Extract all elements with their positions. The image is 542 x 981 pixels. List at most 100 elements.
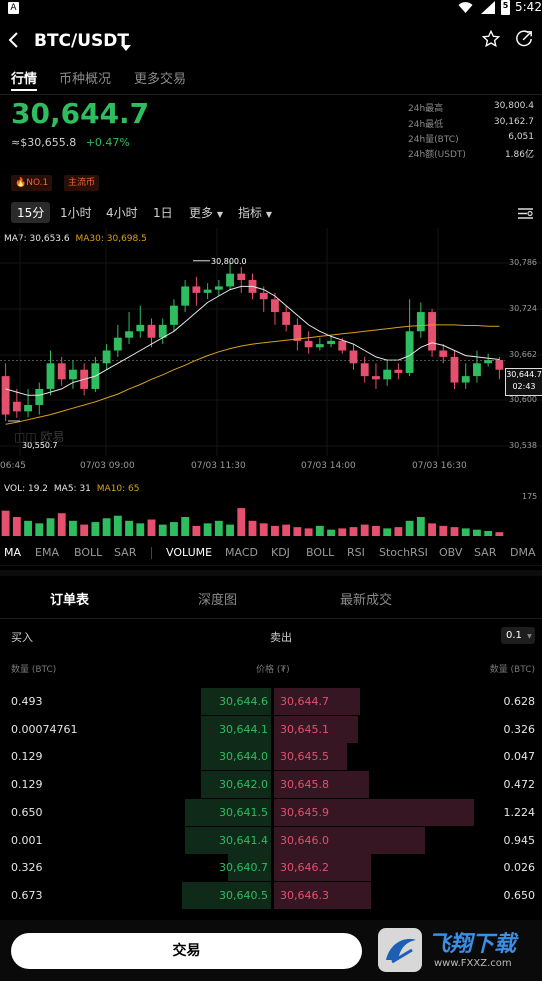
ask-quantity: 0.472: [503, 778, 536, 792]
bid-price: 30,644.1: [219, 722, 268, 736]
x-tick-3: 07/03 14:00: [301, 461, 356, 471]
app-notification-badge: A: [8, 2, 19, 14]
bid-quantity: 0.673: [11, 888, 43, 902]
ask-quantity: 0.945: [503, 833, 536, 847]
ask-quantity: 1.224: [503, 805, 536, 819]
bid-quantity: 0.326: [11, 861, 43, 875]
ma7-line: [5, 285, 500, 396]
col-price: 价格 (₮): [256, 665, 290, 675]
orderbook-row[interactable]: 0.129 30,644.0 30,645.5 0.047: [0, 743, 542, 771]
last-price: 30,644.7: [11, 97, 150, 130]
candle-body: [125, 331, 133, 338]
volume-bar: [248, 520, 257, 536]
ind-ma[interactable]: MA: [4, 546, 21, 559]
y-tick-4: 30,538: [509, 441, 537, 450]
volume-bar: [46, 518, 55, 536]
volume-bar: [394, 527, 403, 536]
ask-quantity: 0.047: [503, 750, 536, 764]
precision-select[interactable]: 0.1 ▼: [501, 627, 535, 644]
chart-settings-icon[interactable]: [518, 205, 533, 224]
volume-bar: [315, 525, 324, 536]
ask-price: 30,645.5: [280, 750, 329, 764]
orderbook-row[interactable]: 0.673 30,640.5 30,646.3 0.650: [0, 881, 542, 909]
ask-price: 30,644.7: [280, 695, 329, 708]
indicator-bar: MA EMA BOLL SAR VOLUME MACD KDJ BOLL RSI…: [0, 541, 542, 566]
price-usd-line: ≈$30,655.8 +0.47%: [11, 136, 130, 149]
ind-kdj[interactable]: KDJ: [271, 546, 290, 559]
orderbook-row[interactable]: 0.001 30,641.4 30,646.0 0.945: [0, 826, 542, 854]
bid-quantity: 0.00074761: [11, 722, 78, 736]
candle-body: [473, 363, 481, 377]
volume-bar: [214, 520, 223, 536]
candle-body: [428, 312, 436, 351]
candle-body: [24, 404, 32, 412]
trade-button[interactable]: 交易: [11, 933, 362, 969]
tab-depth-chart[interactable]: 深度图: [198, 589, 237, 608]
bid-price: 30,640.7: [219, 861, 268, 875]
back-icon[interactable]: [8, 31, 20, 53]
battery-level: 5: [502, 1, 509, 10]
candle-body: [203, 289, 212, 293]
ind-volume[interactable]: VOLUME: [166, 546, 212, 559]
y-tick-1: 30,724: [509, 304, 537, 313]
volume-bar: [405, 520, 414, 536]
interval-1h[interactable]: 1小时: [60, 204, 92, 221]
tab-latest-trades[interactable]: 最新成交: [340, 589, 392, 608]
candle-body: [147, 324, 156, 338]
stat-value-volume: 6,051: [508, 132, 534, 142]
buy-side-label: 买入: [11, 631, 33, 644]
candle-body: [405, 331, 414, 373]
orderbook-row[interactable]: 0.493 30,644.6 30,644.7 0.628: [0, 688, 542, 715]
orderbook-row[interactable]: 0.650 30,641.5 30,645.9 1.224: [0, 798, 542, 826]
tab-order-book[interactable]: 订单表: [50, 589, 89, 608]
ind-boll-main[interactable]: BOLL: [74, 546, 102, 559]
candle-body: [181, 286, 190, 306]
ind-sar-main[interactable]: SAR: [114, 546, 136, 559]
volume-bar: [428, 523, 436, 536]
high-marker-label: 30,800.0: [211, 257, 247, 266]
candle-body: [12, 401, 21, 412]
candle-body: [495, 360, 504, 370]
ind-boll-sub[interactable]: BOLL: [306, 546, 334, 559]
volume-chart[interactable]: VOL: 19.2 MA5: 31 MA10: 65 175: [0, 480, 542, 540]
price-chart[interactable]: MA7: 30,653.6 MA30: 30,698.5 30,786 30,7…: [0, 228, 542, 478]
tab-more-trading[interactable]: 更多交易: [134, 68, 186, 87]
volume-bar: [35, 523, 44, 536]
rank-tag[interactable]: 🔥NO.1: [11, 175, 53, 191]
volume-bar: [125, 520, 133, 536]
orderbook-row[interactable]: 0.129 30,642.0 30,645.8 0.472: [0, 771, 542, 799]
ind-ema[interactable]: EMA: [35, 546, 59, 559]
volume-bar: [304, 528, 313, 536]
star-favorite-icon[interactable]: [481, 29, 501, 52]
tab-coin-overview[interactable]: 币种概况: [59, 68, 111, 87]
interval-more[interactable]: 更多 ▼: [189, 204, 223, 221]
orderbook-row[interactable]: 0.326 30,640.7 30,646.2 0.026: [0, 854, 542, 882]
ind-macd[interactable]: MACD: [225, 546, 258, 559]
chevron-down-icon[interactable]: [121, 37, 131, 56]
rank-tag-label: NO.1: [26, 178, 49, 188]
ask-price: 30,646.0: [280, 833, 329, 847]
ind-rsi[interactable]: RSI: [347, 546, 365, 559]
candle-body: [102, 350, 111, 364]
stat-value-low: 30,162.7: [493, 117, 534, 127]
pair-selector[interactable]: BTC/USDT: [34, 31, 129, 51]
ind-stochrsi[interactable]: StochRSI: [379, 546, 428, 559]
orderbook-row[interactable]: 0.00074761 30,644.1 30,645.1 0.326: [0, 715, 542, 743]
ind-obv[interactable]: OBV: [439, 546, 462, 559]
candle-body: [46, 363, 55, 389]
interval-bar: 15分 1小时 4小时 1日 更多 ▼ 指标 ▼: [0, 200, 542, 224]
ind-sar-sub[interactable]: SAR: [474, 546, 496, 559]
indicator-menu[interactable]: 指标 ▼: [238, 204, 272, 221]
interval-4h[interactable]: 4小时: [106, 204, 138, 221]
mainstream-tag[interactable]: 主流币: [64, 175, 100, 191]
volume-bar: [80, 524, 89, 536]
x-tick-0: 06:45: [0, 461, 26, 471]
candle-countdown: 02:43: [512, 382, 536, 391]
share-icon[interactable]: [515, 30, 533, 52]
ind-dma[interactable]: DMA: [510, 546, 536, 559]
interval-1d[interactable]: 1日: [153, 204, 173, 221]
bid-price: 30,642.0: [219, 778, 268, 792]
interval-15m[interactable]: 15分: [11, 202, 51, 223]
tab-market[interactable]: 行情: [11, 68, 37, 87]
candle-body: [57, 363, 66, 380]
